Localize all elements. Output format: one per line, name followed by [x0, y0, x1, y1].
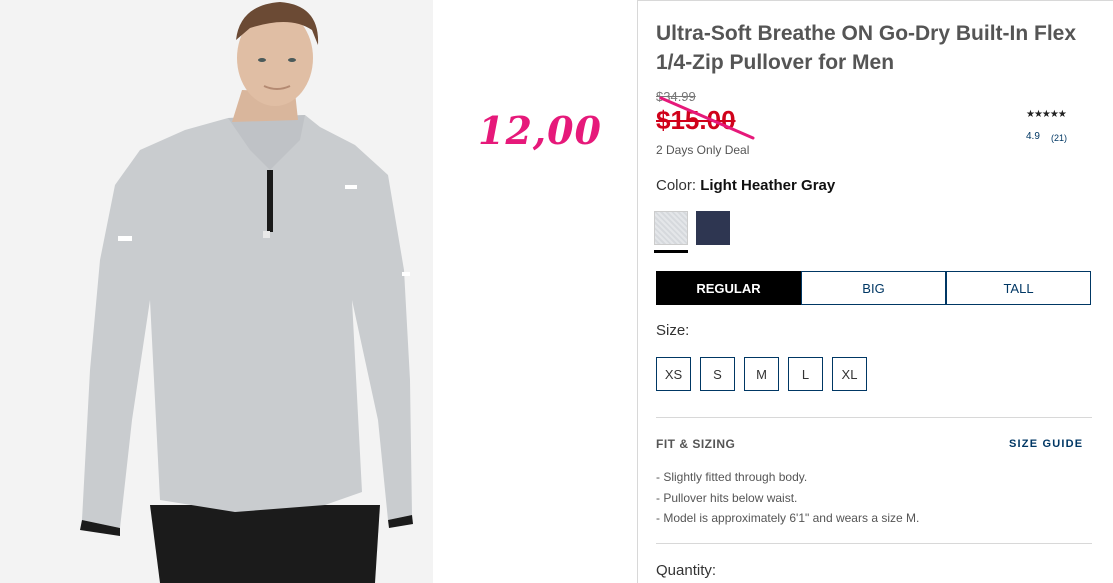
fit-sizing-heading: FIT & SIZING — [656, 437, 736, 451]
size-button-l[interactable]: L — [788, 357, 823, 391]
tab-big[interactable]: BIG — [801, 271, 946, 305]
swatch-light-heather-gray[interactable] — [654, 211, 688, 245]
fit-sizing-list: - Slightly fitted through body. - Pullov… — [656, 467, 919, 529]
tab-tall[interactable]: TALL — [946, 271, 1091, 305]
list-item: - Pullover hits below waist. — [656, 490, 798, 505]
product-details-panel: Ultra-Soft Breathe ON Go-Dry Built-In Fl… — [637, 0, 1113, 583]
deal-text: 2 Days Only Deal — [656, 143, 750, 157]
model-image — [0, 0, 433, 583]
original-price: $34.99 — [656, 89, 696, 104]
rating-score: 4.9 — [1026, 131, 1040, 142]
divider — [656, 543, 1092, 544]
product-photo — [0, 0, 433, 583]
list-item: - Model is approximately 6'1" and wears … — [656, 511, 920, 525]
divider — [656, 417, 1092, 418]
quantity-label: Quantity: — [656, 562, 717, 579]
color-label: Color: — [656, 177, 697, 194]
size-button-s[interactable]: S — [700, 357, 735, 391]
tab-regular[interactable]: REGULAR — [656, 271, 801, 305]
size-button-xl[interactable]: XL — [832, 357, 867, 391]
rating[interactable]: ★★★★★ 4.9 (21) — [1026, 109, 1096, 143]
swatch-navy[interactable] — [696, 211, 730, 245]
review-count-link[interactable]: (21) — [1051, 133, 1067, 143]
product-title: Ultra-Soft Breathe ON Go-Dry Built-In Fl… — [656, 22, 1077, 74]
color-selection-label: Color: Light Heather Gray — [656, 177, 835, 194]
selected-swatch-indicator — [654, 250, 688, 253]
handwritten-price-annotation: 12,00 — [478, 108, 602, 153]
star-rating-icon: ★★★★★ — [1026, 109, 1067, 120]
selected-color-name: Light Heather Gray — [700, 177, 836, 194]
size-label: Size: — [656, 322, 690, 339]
sale-price: $15.00 — [656, 105, 736, 135]
list-item: - Slightly fitted through body. — [656, 470, 808, 484]
size-guide-link[interactable]: SIZE GUIDE — [1009, 438, 1083, 450]
size-button-xs[interactable]: XS — [656, 357, 691, 391]
size-button-m[interactable]: M — [744, 357, 779, 391]
